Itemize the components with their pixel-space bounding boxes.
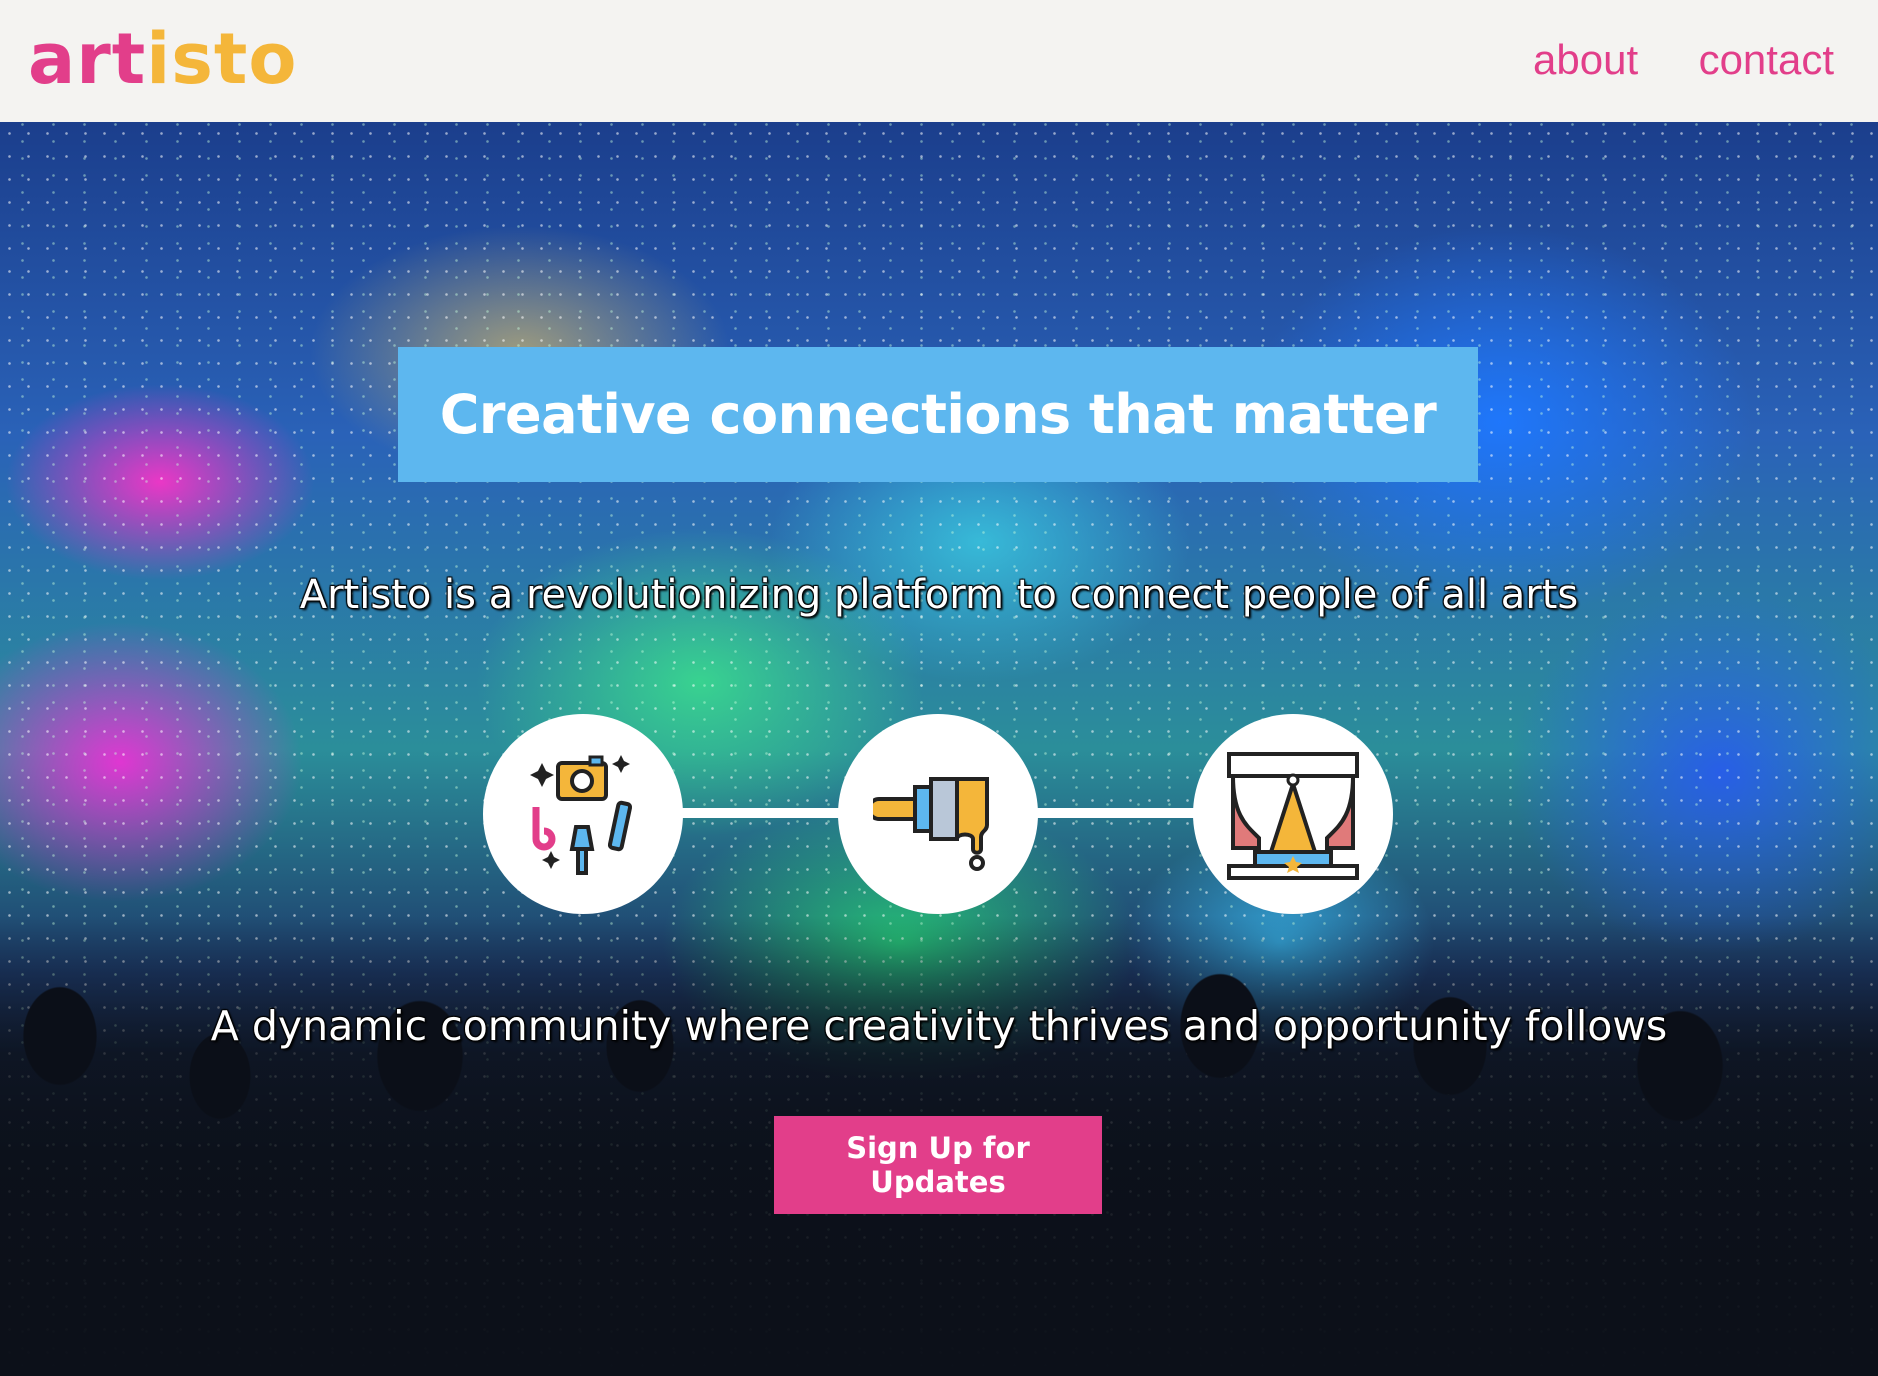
hero-headline: Creative connections that matter [439,383,1437,446]
headline-banner: Creative connections that matter [398,347,1478,482]
hero-tagline-primary: Artisto is a revolutionizing platform to… [299,572,1579,618]
hero-tagline-secondary: A dynamic community where creativity thr… [210,1002,1668,1050]
logo-isto: isto [146,18,298,100]
nav-links: about contact [1477,30,1834,90]
brand-logo[interactable]: artisto [28,14,297,104]
nav-link-contact[interactable]: contact [1699,30,1834,90]
logo-art: art [28,18,147,100]
sign-up-button[interactable]: Sign Up for Updates [774,1116,1102,1214]
arts-tools-icon [483,714,683,914]
nav-link-about[interactable]: about [1533,30,1638,90]
paint-brush-icon [838,714,1038,914]
theater-stage-icon [1193,714,1393,914]
top-navbar: artisto about contact [0,0,1878,122]
